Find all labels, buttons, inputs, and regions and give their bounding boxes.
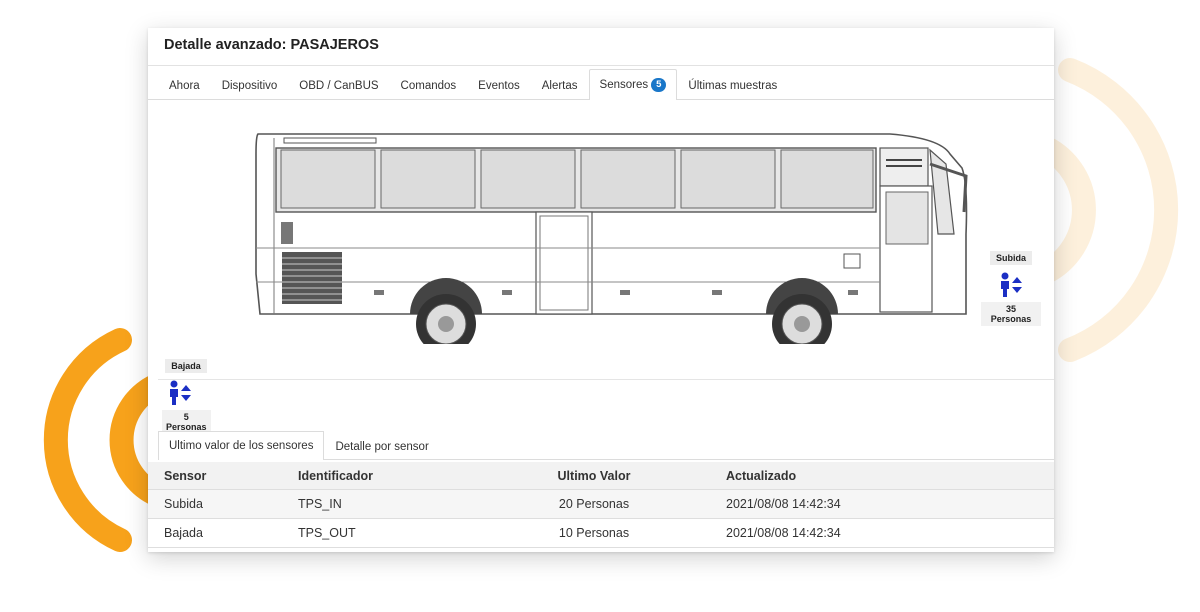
table-row[interactable]: Subida TPS_IN 20 Personas 2021/08/08 14:…: [148, 490, 1054, 519]
bus-illustration: [255, 133, 968, 344]
tab-label: Dispositivo: [221, 80, 278, 92]
table-row[interactable]: Bajada TPS_OUT 10 Personas 2021/08/08 14…: [148, 519, 1054, 548]
sensor-bajada-label: Bajada: [165, 359, 207, 373]
tab-comandos[interactable]: Comandos: [390, 70, 468, 100]
cell-ultimo-valor: 20 Personas: [558, 497, 630, 511]
person-up-down-icon: [1001, 272, 1022, 297]
column-header-actualizado[interactable]: Actualizado: [700, 469, 1000, 483]
person-up-down-icon: [170, 380, 191, 405]
tab-sensores[interactable]: Sensores 5: [588, 69, 678, 100]
panel-title: Detalle avanzado: PASAJEROS: [148, 28, 1054, 66]
main-tabs: Ahora Dispositivo OBD / CanBUS Comandos …: [148, 66, 1054, 100]
cell-identificador: TPS_IN: [298, 497, 342, 511]
sensor-subtabs: Ultimo valor de los sensores Detalle por…: [158, 430, 1054, 460]
bus-diagram-area: Subida 35 Personas Bajada 5 Personas: [158, 100, 1054, 434]
subtab-label: Detalle por sensor: [335, 441, 429, 453]
column-header-identificador[interactable]: Identificador: [298, 469, 488, 483]
tab-ultimas-muestras[interactable]: Últimas muestras: [677, 70, 788, 100]
cell-actualizado: 2021/08/08 14:42:34: [726, 497, 841, 511]
tab-eventos[interactable]: Eventos: [467, 70, 531, 100]
tab-ahora[interactable]: Ahora: [158, 70, 211, 100]
cell-actualizado: 2021/08/08 14:42:34: [726, 526, 841, 540]
tab-label: Eventos: [478, 80, 520, 92]
detail-panel: Detalle avanzado: PASAJEROS Ahora Dispos…: [148, 28, 1054, 552]
tab-dispositivo[interactable]: Dispositivo: [211, 70, 289, 100]
tab-label: Últimas muestras: [688, 80, 778, 92]
tab-obd-canbus[interactable]: OBD / CanBUS: [288, 70, 389, 100]
sensor-subida: Subida 35 Personas: [981, 248, 1041, 327]
sensor-bajada: Bajada 5 Personas: [162, 356, 211, 435]
cell-sensor: Subida: [164, 497, 203, 511]
sensor-subida-label: Subida: [989, 251, 1032, 265]
sensor-table: Sensor Identificador Ultimo Valor Actual…: [148, 462, 1054, 548]
tab-alertas[interactable]: Alertas: [531, 70, 589, 100]
subtab-label: Ultimo valor de los sensores: [169, 440, 314, 452]
cell-sensor: Bajada: [164, 526, 203, 540]
cell-identificador: TPS_OUT: [298, 526, 356, 540]
sensor-count-badge: 5: [651, 78, 667, 92]
sensor-subida-count: 35 Personas: [981, 302, 1041, 326]
subtab-ultimo-valor[interactable]: Ultimo valor de los sensores: [158, 431, 325, 460]
tab-label: Comandos: [400, 80, 457, 92]
table-header-row: Sensor Identificador Ultimo Valor Actual…: [148, 462, 1054, 490]
cell-ultimo-valor: 10 Personas: [558, 526, 630, 540]
column-header-ultimo-valor[interactable]: Ultimo Valor: [488, 469, 700, 483]
signal-arcs-right: [1040, 58, 1179, 362]
tab-label: Sensores: [599, 79, 649, 91]
column-header-sensor[interactable]: Sensor: [148, 469, 298, 483]
tab-label: Alertas: [541, 80, 578, 92]
tab-label: Ahora: [169, 80, 200, 92]
subtab-detalle-sensor[interactable]: Detalle por sensor: [324, 432, 439, 460]
tab-label: OBD / CanBUS: [299, 80, 379, 92]
